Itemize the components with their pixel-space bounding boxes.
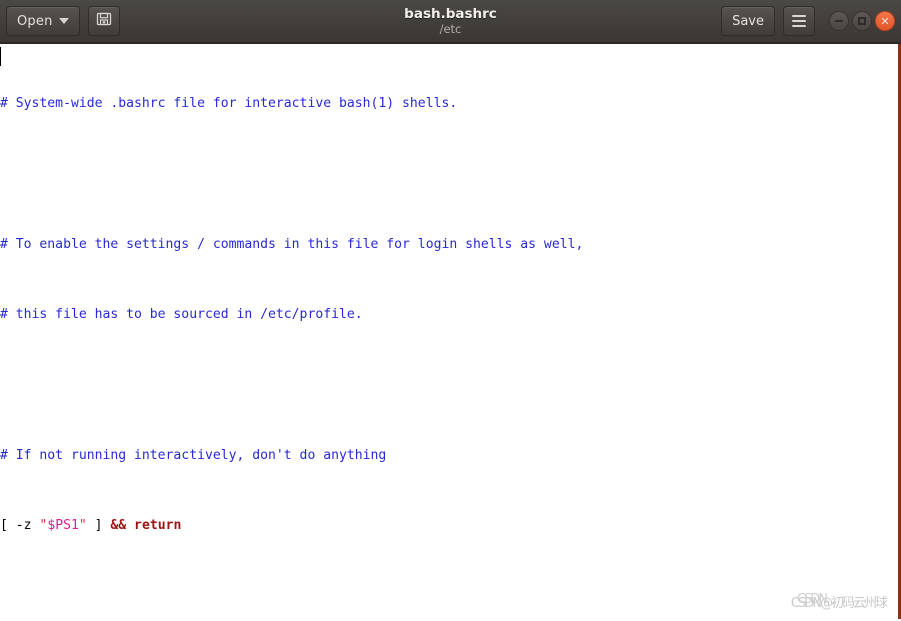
chevron-down-icon	[58, 18, 69, 24]
minimize-icon	[835, 20, 843, 22]
watermark-text-overlay: CSDN	[796, 592, 828, 607]
code-line: [ -z "$PS1" ] && return	[0, 517, 182, 533]
hamburger-menu-icon	[792, 15, 806, 27]
save-button-label: Save	[732, 13, 764, 29]
maximize-icon	[858, 17, 866, 25]
text-editor-area[interactable]: # System-wide .bashrc file for interacti…	[0, 44, 901, 619]
document-title: bash.bashrc	[404, 5, 497, 22]
save-as-icon	[96, 11, 112, 31]
menu-button[interactable]	[783, 6, 815, 36]
open-button[interactable]: Open	[6, 6, 80, 36]
code-line: # To enable the settings / commands in t…	[0, 236, 584, 252]
close-icon: ✕	[880, 14, 890, 28]
maximize-button[interactable]	[852, 11, 872, 31]
titlebar: Open bash.bashrc /etc Save ✕	[0, 0, 901, 44]
save-button[interactable]: Save	[721, 6, 775, 36]
minimize-button[interactable]	[829, 11, 849, 31]
code-line: # this file has to be sourced in /etc/pr…	[0, 306, 363, 322]
save-as-button[interactable]	[87, 6, 120, 36]
open-button-label: Open	[17, 13, 53, 29]
titlebar-right-controls: Save ✕	[721, 6, 895, 36]
code-line: # If not running interactively, don't do…	[0, 447, 387, 463]
code-line: # System-wide .bashrc file for interacti…	[0, 95, 458, 111]
gedit-window: Open bash.bashrc /etc Save ✕ # System-wi…	[0, 0, 901, 621]
close-button[interactable]: ✕	[875, 11, 895, 31]
window-controls: ✕	[829, 11, 895, 31]
titlebar-left-controls: Open	[6, 6, 120, 36]
source-code-view[interactable]: # System-wide .bashrc file for interacti…	[0, 45, 599, 619]
watermark-text: CSDN@初码云州球	[790, 596, 888, 611]
watermark: CSDN@初码云州球 CSDN	[790, 592, 888, 611]
document-path: /etc	[439, 21, 462, 36]
